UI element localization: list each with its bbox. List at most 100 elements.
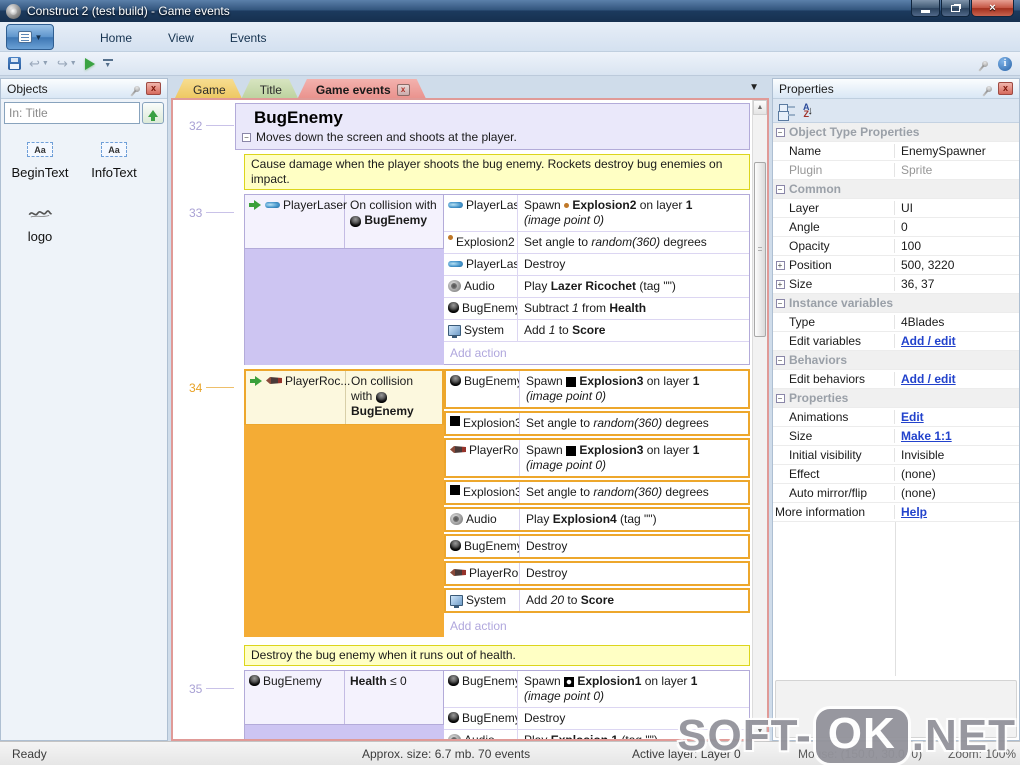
property-value-text[interactable]: Invisible <box>901 448 944 462</box>
event-selection-fill[interactable] <box>244 249 444 365</box>
action-row[interactable]: System Add 20 to Score <box>444 588 750 613</box>
collapse-section-icon[interactable]: − <box>775 298 785 308</box>
action-row[interactable]: Explosion3 Set angle to random(360) degre… <box>444 411 750 436</box>
expander-cell: − <box>773 184 787 194</box>
event-selection-fill[interactable] <box>244 425 444 637</box>
property-value-text[interactable]: 0 <box>901 220 908 234</box>
action-row[interactable]: PlayerLas... Spawn Explosion2 on layer 1 (… <box>444 195 749 232</box>
action-row[interactable]: PlayerLas... Destroy <box>444 254 749 276</box>
close-panel-icon[interactable]: x <box>998 82 1013 95</box>
chevron-down-icon[interactable]: ▼ <box>42 60 49 67</box>
property-value-link[interactable]: Add / edit <box>901 372 956 386</box>
objects-filter-field[interactable]: In: Title <box>4 102 140 124</box>
expand-property-icon[interactable]: + <box>775 260 785 270</box>
property-value-text[interactable]: 4Blades <box>901 315 944 329</box>
ribbon-tab-view[interactable]: View <box>150 27 212 51</box>
chevron-down-icon[interactable]: ▼ <box>70 60 77 67</box>
event-selection-fill[interactable] <box>244 725 444 739</box>
pin-icon[interactable] <box>132 84 142 93</box>
action-row[interactable]: Audio Play Lazer Ricochet (tag "") <box>444 276 749 298</box>
run-button[interactable] <box>84 57 95 70</box>
object-item-logo[interactable]: logo <box>3 206 77 244</box>
object-item-infotext[interactable]: Aa InfoText <box>77 142 151 180</box>
action-row[interactable]: BugEnemy Spawn Explosion3 on layer 1 (imag… <box>444 369 750 409</box>
action-row[interactable]: Explosion2 Set angle to random(360) degre… <box>444 232 749 254</box>
close-button[interactable]: × <box>971 0 1014 17</box>
action-row[interactable]: System Add 1 to Score <box>444 320 749 342</box>
menu-list-icon <box>17 31 32 43</box>
redo-button[interactable]: ↪ ▼ <box>57 56 77 72</box>
condition-cell[interactable]: BugEnemy Health ≤ 0 <box>244 670 444 725</box>
save-button[interactable] <box>8 57 21 70</box>
condition-cell[interactable]: PlayerRoc... On collision with BugEnemy <box>244 369 444 426</box>
sheet-tab-label: Title <box>259 82 282 97</box>
sheet-tab-game-events[interactable]: Game events x <box>298 79 426 98</box>
watermark-ok-badge: OK <box>815 709 908 763</box>
action-row[interactable]: PlayerRo... Destroy <box>444 561 750 586</box>
action-row[interactable]: Explosion3 Set angle to random(360) degre… <box>444 480 750 505</box>
quick-access-toolbar: ↩ ▼ ↪ ▼ ▼ i <box>0 52 1020 76</box>
text-segment: Spawn <box>524 198 565 212</box>
property-value-text[interactable]: Sprite <box>901 163 932 177</box>
pin-ribbon-icon[interactable] <box>980 59 990 68</box>
vertical-scrollbar[interactable]: ▲ ▼ <box>752 100 767 739</box>
property-value-text[interactable]: 36, 37 <box>901 277 934 291</box>
condition-cell[interactable]: PlayerLaser On collision with BugEnemy <box>244 194 444 249</box>
property-value-link[interactable]: Make 1:1 <box>901 429 952 443</box>
event-comment[interactable]: Cause damage when the player shoots the … <box>244 154 750 190</box>
comment-content: Cause damage when the player shoots the … <box>235 150 750 194</box>
close-panel-icon[interactable]: x <box>146 82 161 95</box>
close-tab-icon[interactable]: x <box>397 84 410 96</box>
scroll-up-icon[interactable]: ▲ <box>753 100 767 115</box>
collapse-section-icon[interactable]: − <box>775 184 785 194</box>
event-group-block[interactable]: BugEnemy − Moves down the screen and shoot… <box>235 103 750 150</box>
categorized-view-icon[interactable] <box>779 103 795 118</box>
property-value-text[interactable]: (none) <box>901 467 936 481</box>
sort-az-button[interactable]: AZ ↓ <box>803 102 814 118</box>
pin-icon[interactable] <box>984 84 994 93</box>
scrollbar-thumb[interactable] <box>754 162 766 337</box>
add-action-link[interactable]: Add action <box>444 342 749 364</box>
maximize-button[interactable] <box>941 0 970 17</box>
action-row[interactable]: BugEnemy Spawn Explosion1 on layer 1 (imag… <box>444 671 749 708</box>
go-to-parent-button[interactable] <box>142 102 164 124</box>
property-value-link[interactable]: Edit <box>901 410 924 424</box>
collapse-section-icon[interactable]: − <box>775 355 785 365</box>
property-value-link[interactable]: Add / edit <box>901 334 956 348</box>
object-item-begintext[interactable]: Aa BeginText <box>3 142 77 180</box>
ribbon-tab-events[interactable]: Events <box>212 27 285 51</box>
objects-filter-row: In: Title <box>4 102 164 124</box>
sheet-tab-game[interactable]: Game <box>175 79 242 98</box>
property-row: Type 4Blades <box>773 313 1019 332</box>
action-row[interactable]: BugEnemy Destroy <box>444 534 750 559</box>
property-value-text[interactable]: (none) <box>901 486 936 500</box>
customize-toolbar-button[interactable]: ▼ <box>102 58 113 69</box>
rocket-icon <box>450 446 466 453</box>
collapse-section-icon[interactable]: − <box>775 127 785 137</box>
expand-property-icon[interactable]: + <box>775 279 785 289</box>
ribbon-tab-home[interactable]: Home <box>82 27 150 51</box>
tab-list-dropdown-icon[interactable]: ▼ <box>749 82 759 93</box>
property-value-link[interactable]: Help <box>901 505 927 519</box>
application-menu-button[interactable]: ▼ <box>6 24 54 50</box>
event-comment[interactable]: Destroy the bug enemy when it runs out o… <box>244 645 750 666</box>
rocket-icon <box>266 377 282 384</box>
action-row[interactable]: Audio Play Explosion4 (tag "") <box>444 507 750 532</box>
action-row[interactable]: BugEnemy Subtract 1 from Health <box>444 298 749 320</box>
add-action-link[interactable]: Add action <box>444 615 750 637</box>
info-icon[interactable]: i <box>998 56 1012 71</box>
property-value-text[interactable]: 500, 3220 <box>901 258 954 272</box>
property-value-text[interactable]: 100 <box>901 239 921 253</box>
undo-button[interactable]: ↩ ▼ <box>29 56 49 72</box>
collapse-group-icon[interactable]: − <box>242 132 251 142</box>
property-value-text[interactable]: EnemySpawner <box>901 144 986 158</box>
property-value-text[interactable]: UI <box>901 201 913 215</box>
action-row[interactable]: PlayerRo... Spawn Explosion3 on layer 1 (i… <box>444 438 750 478</box>
sheet-tab-title[interactable]: Title <box>242 79 298 98</box>
minimize-button[interactable] <box>911 0 940 17</box>
down-arrow-icon: ↓ <box>807 104 814 117</box>
properties-panel: Properties x AZ ↓ − Object Type Propertie… <box>772 78 1020 741</box>
collapse-section-icon[interactable]: − <box>775 393 785 403</box>
text-segment: Set angle to <box>524 235 592 249</box>
action-text: Spawn Explosion1 on layer 1 (image point … <box>518 671 749 707</box>
